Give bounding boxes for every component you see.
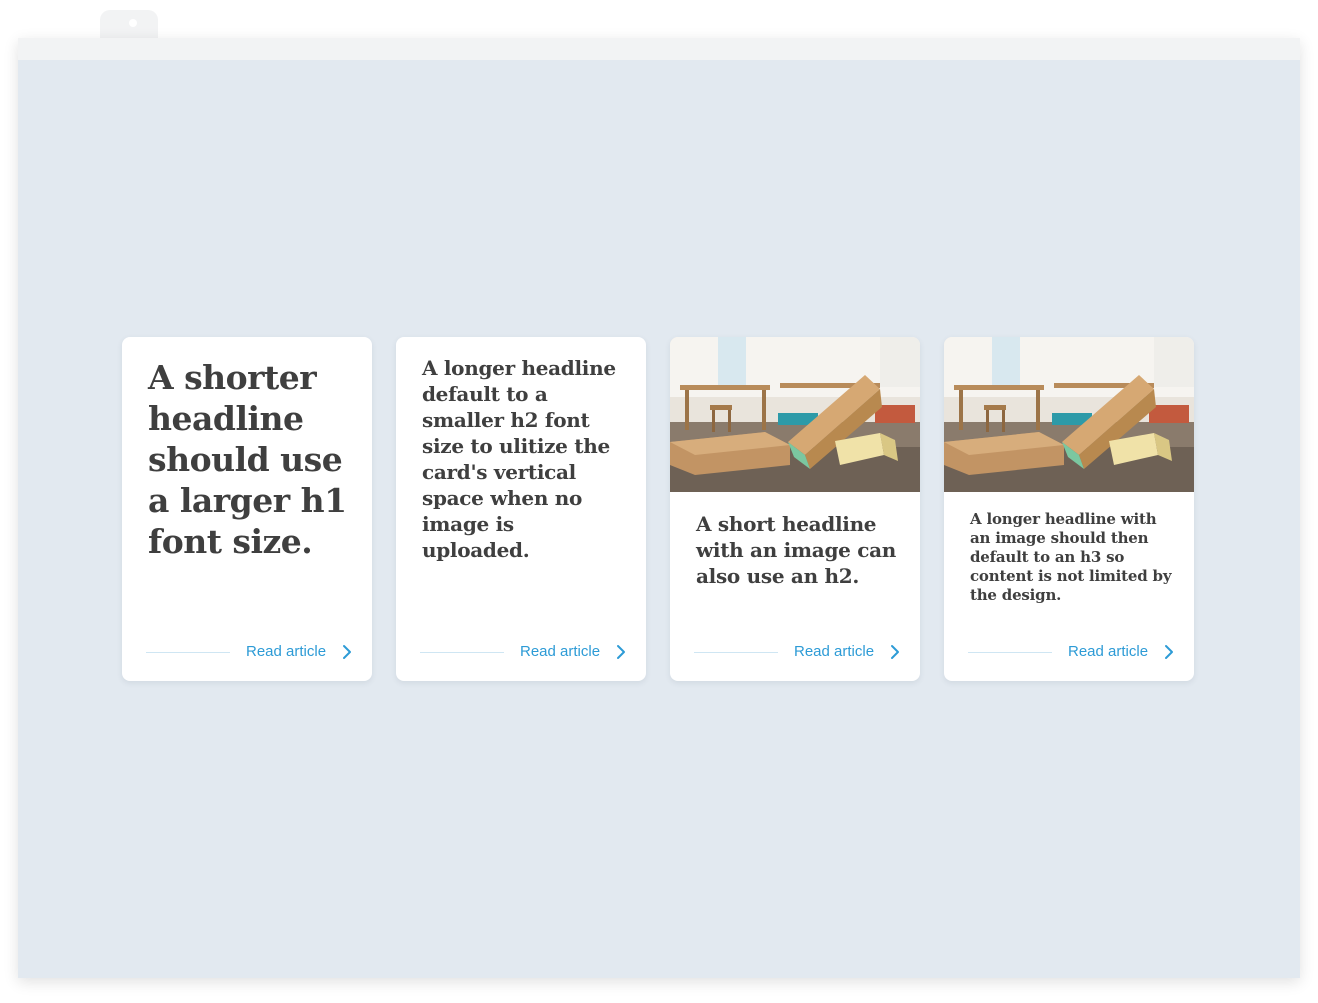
chevron-right-icon[interactable]	[887, 644, 903, 660]
article-card[interactable]: A shorter headline should use a larger h…	[122, 337, 372, 681]
card-headline: A short headline with an image can also …	[696, 512, 896, 588]
read-article-link[interactable]: Read article	[1068, 643, 1148, 660]
browser-tabbar	[18, 38, 1300, 60]
footer-divider	[968, 652, 1052, 653]
cafe-wood-blocks-image	[944, 337, 1194, 492]
card-footer: Read article	[146, 641, 356, 663]
card-image	[944, 337, 1194, 492]
card-row: A shorter headline should use a larger h…	[122, 337, 1194, 681]
article-card[interactable]: A short headline with an image can also …	[670, 337, 920, 681]
card-headline: A longer headline with an image should t…	[970, 510, 1172, 604]
card-footer: Read article	[420, 641, 630, 663]
footer-divider	[420, 652, 504, 653]
chevron-right-icon[interactable]	[339, 644, 355, 660]
card-headline: A shorter headline should use a larger h…	[148, 358, 347, 561]
read-article-link[interactable]: Read article	[246, 643, 326, 660]
footer-divider	[694, 652, 778, 653]
chevron-right-icon[interactable]	[613, 644, 629, 660]
card-footer: Read article	[968, 641, 1178, 663]
read-article-link[interactable]: Read article	[794, 643, 874, 660]
card-image	[670, 337, 920, 492]
cafe-wood-blocks-image	[670, 337, 920, 492]
card-footer: Read article	[694, 641, 904, 663]
chevron-right-icon[interactable]	[1161, 644, 1177, 660]
article-card[interactable]: A longer headline with an image should t…	[944, 337, 1194, 681]
read-article-link[interactable]: Read article	[520, 643, 600, 660]
card-headline: A longer headline default to a smaller h…	[422, 356, 616, 562]
footer-divider	[146, 652, 230, 653]
article-card[interactable]: A longer headline default to a smaller h…	[396, 337, 646, 681]
browser-tab-dot	[129, 19, 137, 27]
